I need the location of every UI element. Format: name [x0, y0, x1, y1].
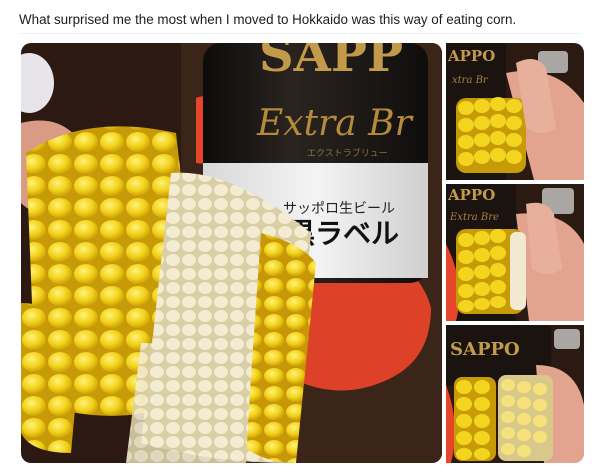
bottle-japanese-line1: サッポロ生ビール [283, 201, 395, 217]
bottle-script-text: Extra Br [256, 103, 414, 144]
bottle-brand-text: APPO [447, 47, 495, 65]
photo-side-1[interactable]: APPO xtra Br [446, 43, 584, 180]
bottle-brand-text: SAPP [259, 43, 403, 83]
photo-side-3-image: SAPPO [446, 325, 584, 463]
photo-side-2-image: APPO Extra Bre [446, 184, 584, 321]
divider [19, 33, 581, 34]
photo-side-2[interactable]: APPO Extra Bre [446, 184, 584, 321]
bottle-brand-text: APPO [447, 186, 495, 204]
photo-main-image: SAPP Extra Br エクストラブリュー サッポロ生ビール 黒ラベル [21, 43, 442, 463]
bottle-katakana-text: エクストラブリュー [307, 147, 388, 159]
tweet-text: What surprised me the most when I moved … [19, 12, 517, 27]
bottle-script-text: xtra Br [452, 75, 489, 86]
photo-main[interactable]: SAPP Extra Br エクストラブリュー サッポロ生ビール 黒ラベル [21, 43, 442, 463]
bottle-brand-text: SAPPO [450, 339, 520, 360]
photo-side-1-image: APPO xtra Br [446, 43, 584, 180]
photo-side-3[interactable]: SAPPO [446, 325, 584, 463]
bottle-script-text: Extra Bre [449, 212, 499, 223]
